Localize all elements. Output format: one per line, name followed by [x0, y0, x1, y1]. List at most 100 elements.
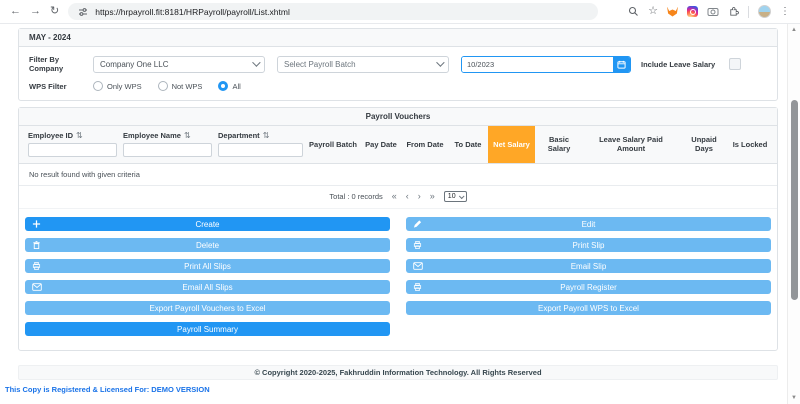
reload-icon[interactable]: ↻	[50, 6, 59, 17]
search-icon[interactable]	[628, 6, 639, 17]
payroll-batch-select[interactable]: Select Payroll Batch	[277, 55, 449, 73]
employee-id-filter-input[interactable]	[28, 143, 117, 157]
radio-not-wps[interactable]: Not WPS	[157, 81, 203, 91]
col-payroll-batch: Payroll Batch	[309, 139, 357, 149]
browser-toolbar: ← → ↻ https://hrpayroll.fit:8181/HRPayro…	[0, 0, 800, 24]
col-to-date: To Date	[454, 139, 482, 149]
prev-page-icon[interactable]: ‹	[406, 192, 409, 201]
filter-by-company-label: Filter By Company	[29, 55, 64, 73]
page-size-select[interactable]: 10	[443, 191, 467, 202]
col-is-locked: Is Locked	[732, 139, 768, 149]
company-select-value: Company One LLC	[100, 59, 169, 69]
payroll-vouchers-panel: Payroll Vouchers Employee ID ⇅ Employee N…	[18, 107, 778, 351]
url-text[interactable]: https://hrpayroll.fit:8181/HRPayroll/pay…	[95, 7, 290, 17]
sort-icon[interactable]: ⇅	[184, 131, 191, 140]
back-icon[interactable]: ←	[10, 6, 21, 17]
radio-checked-icon	[218, 81, 229, 91]
sort-icon[interactable]: ⇅	[76, 131, 83, 140]
radio-icon	[157, 81, 168, 91]
license-text: This Copy is Registered & Licensed For: …	[5, 385, 210, 394]
scrollbar-thumb[interactable]	[790, 100, 798, 300]
col-label: Department	[218, 131, 260, 140]
next-page-icon[interactable]: ›	[418, 192, 421, 201]
calendar-icon	[617, 60, 626, 69]
email-all-slips-button[interactable]: Email All Slips	[25, 280, 390, 294]
chevron-down-icon	[436, 58, 445, 67]
chevron-down-icon	[458, 192, 465, 199]
instagram-icon[interactable]	[687, 6, 698, 17]
company-select[interactable]: Company One LLC	[93, 55, 265, 73]
browser-menu-icon[interactable]: ⋮	[780, 6, 790, 17]
total-records-label: Total : 0 records	[329, 192, 383, 201]
chevron-down-icon	[252, 58, 261, 67]
radio-all-label: All	[232, 81, 241, 91]
radio-not-wps-label: Not WPS	[171, 81, 203, 91]
first-page-icon[interactable]: «	[392, 192, 397, 201]
edit-button[interactable]: Edit	[406, 217, 771, 231]
period-input[interactable]	[462, 56, 613, 72]
radio-only-wps-label: Only WPS	[107, 81, 142, 91]
col-label: Employee ID	[28, 131, 74, 140]
radio-only-wps[interactable]: Only WPS	[93, 81, 142, 91]
address-bar[interactable]: https://hrpayroll.fit:8181/HRPayroll/pay…	[68, 3, 599, 20]
printer-icon	[413, 282, 422, 292]
col-from-date: From Date	[406, 139, 444, 149]
bookmark-star-icon[interactable]: ☆	[648, 6, 658, 17]
actions-right-column: Edit Print Slip Email Slip Payroll Regis…	[406, 217, 771, 336]
employee-name-filter-input[interactable]	[123, 143, 212, 157]
scroll-down-icon[interactable]: ▼	[788, 395, 800, 401]
delete-button[interactable]: Delete	[25, 238, 390, 252]
browser-scrollbar[interactable]: ▲ ▼	[787, 24, 800, 404]
print-slip-button[interactable]: Print Slip	[406, 238, 771, 252]
filter-panel: MAY - 2024 Filter By Company Company One…	[18, 28, 778, 101]
email-slip-button[interactable]: Email Slip	[406, 259, 771, 273]
export-payroll-wps-button[interactable]: Export Payroll WPS to Excel	[406, 301, 771, 315]
wps-filter-label: WPS Filter	[29, 81, 67, 91]
actions-grid: Create Delete Print All Slips Email All …	[19, 209, 777, 350]
include-leave-salary-checkbox[interactable]	[729, 58, 742, 70]
col-department: Department ⇅	[215, 126, 306, 163]
vouchers-title: Payroll Vouchers	[19, 108, 777, 126]
plus-icon	[32, 220, 41, 229]
col-employee-name: Employee Name ⇅	[120, 126, 215, 163]
printer-icon	[413, 240, 422, 250]
col-leave-salary-paid-amount: Leave Salary Paid Amount	[599, 135, 663, 153]
paginator: Total : 0 records « ‹ › » 10	[19, 186, 777, 209]
forward-icon[interactable]: →	[30, 6, 41, 17]
period-header: MAY - 2024	[19, 29, 777, 47]
extensions-puzzle-icon[interactable]	[728, 6, 739, 17]
last-page-icon[interactable]: »	[430, 192, 435, 201]
print-all-slips-button[interactable]: Print All Slips	[25, 259, 390, 273]
include-leave-salary-label: Include Leave Salary	[641, 59, 716, 69]
payroll-register-button[interactable]: Payroll Register	[406, 280, 771, 294]
scroll-up-icon[interactable]: ▲	[788, 27, 800, 33]
payroll-summary-button[interactable]: Payroll Summary	[25, 322, 390, 336]
calendar-button[interactable]	[613, 56, 630, 72]
tune-icon[interactable]	[78, 7, 88, 17]
actions-left-column: Create Delete Print All Slips Email All …	[25, 217, 390, 336]
export-payroll-vouchers-button[interactable]: Export Payroll Vouchers to Excel	[25, 301, 390, 315]
envelope-icon	[413, 262, 423, 270]
page-size-value: 10	[447, 193, 456, 200]
payroll-batch-select-value: Select Payroll Batch	[284, 59, 356, 69]
trash-icon	[32, 240, 41, 250]
toolbar-divider	[748, 5, 749, 18]
col-net-salary: Net Salary	[488, 126, 535, 163]
radio-all[interactable]: All	[218, 81, 241, 91]
copyright-footer: © Copyright 2020-2025, Fakhruddin Inform…	[18, 365, 778, 380]
sort-icon[interactable]: ⇅	[263, 131, 270, 140]
envelope-icon	[32, 283, 42, 291]
create-button[interactable]: Create	[25, 217, 390, 231]
table-header-row: Employee ID ⇅ Employee Name ⇅ Department ⇅ …	[19, 126, 777, 164]
radio-icon	[93, 81, 103, 91]
col-label: Employee Name	[123, 131, 181, 140]
col-basic-salary: Basic Salary	[547, 135, 571, 153]
col-employee-id: Employee ID ⇅	[25, 126, 120, 163]
metamask-icon[interactable]	[667, 6, 678, 17]
camera-icon[interactable]	[707, 6, 719, 17]
period-date-group	[461, 55, 631, 73]
department-filter-input[interactable]	[218, 143, 303, 157]
printer-icon	[32, 261, 41, 271]
profile-avatar[interactable]	[758, 5, 771, 18]
col-unpaid-days: Unpaid Days	[691, 135, 717, 153]
